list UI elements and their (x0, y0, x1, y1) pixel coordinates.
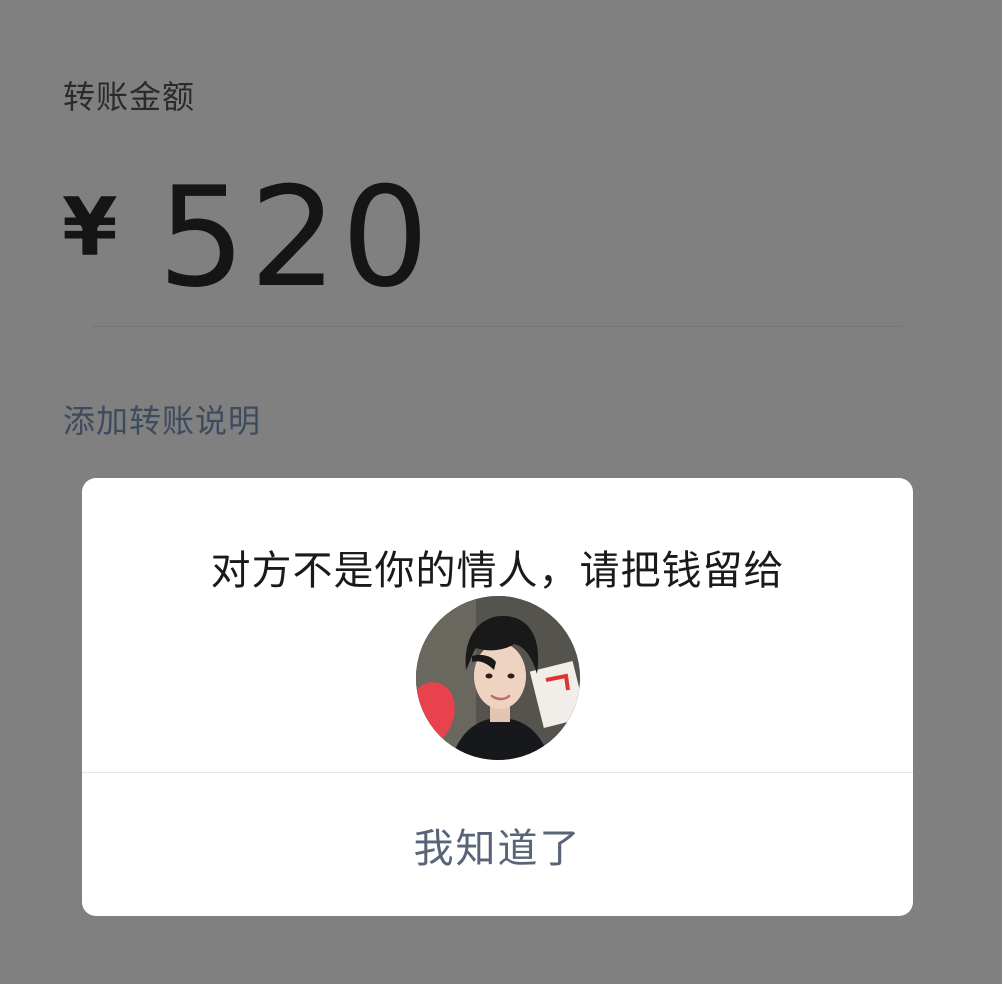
acknowledge-button[interactable]: 我知道了 (82, 773, 913, 916)
alert-dialog: 对方不是你的情人，请把钱留给 我知道了 (82, 478, 913, 916)
currency-symbol: ¥ (62, 180, 118, 274)
amount-divider (92, 326, 902, 327)
amount-label: 转账金额 (63, 78, 196, 116)
dialog-message: 对方不是你的情人，请把钱留给 (210, 548, 785, 594)
amount-value: 520 (157, 156, 434, 318)
transfer-screen: 转账金额 ¥ 520 添加转账说明 对方不是你的情人，请把钱留给 我知道了 (0, 0, 1002, 984)
amount-display[interactable]: ¥ 520 (62, 157, 433, 318)
person-photo-icon (416, 596, 580, 760)
add-transfer-note-link[interactable]: 添加转账说明 (63, 396, 261, 442)
